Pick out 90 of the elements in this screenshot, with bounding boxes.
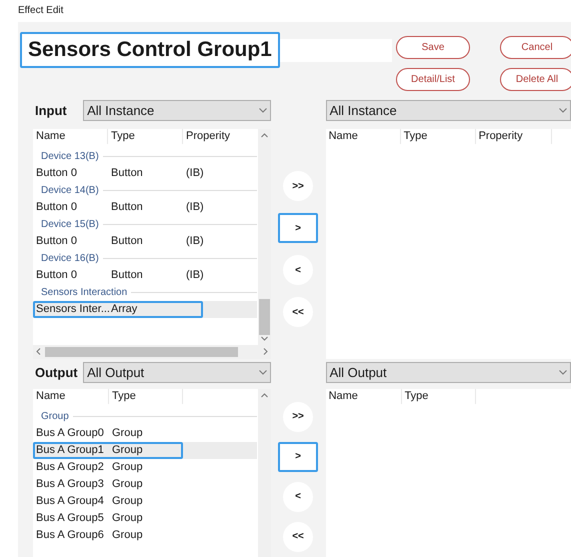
scroll-left-icon[interactable] (36, 348, 41, 356)
selected-row[interactable]: Bus A Group1 Group (33, 442, 183, 459)
chevron-down-icon (559, 108, 567, 114)
filter-dropdown[interactable]: All Instance (83, 100, 271, 122)
list-row[interactable]: Bus A Group6 Group (33, 526, 187, 544)
cell-text: Sensors Inter... (35, 302, 110, 318)
filter-dropdown[interactable]: All Output (83, 362, 271, 383)
cell-text: Button 0 (35, 234, 78, 250)
selected-row[interactable]: Sensors Inter...Array (33, 301, 203, 318)
column-header[interactable]: Type (109, 388, 183, 404)
move-button[interactable]: < (283, 482, 314, 512)
column-header[interactable]: Properity (476, 129, 552, 144)
detail-list-button[interactable]: Detail/List (396, 68, 470, 91)
column-header[interactable]: Type (108, 129, 183, 144)
dropdown-value: All Output (330, 364, 387, 382)
chevron-down-icon (559, 370, 567, 375)
scroll-up-icon[interactable] (260, 133, 268, 138)
section-label: Output (34, 364, 79, 382)
cell-text: (IB) (185, 234, 205, 250)
cell-text: Group (111, 477, 144, 492)
column-header[interactable]: Name (326, 388, 402, 404)
cell-text: Button 0 (35, 166, 78, 182)
cell-text: Button (110, 234, 144, 250)
cell-text: Button (110, 268, 144, 284)
list-row[interactable]: Bus A Group0 Group (33, 424, 187, 442)
cell-text: Bus A Group2 (35, 460, 105, 476)
cell-text: Group (111, 460, 144, 476)
move-button[interactable]: >> (283, 171, 314, 202)
scroll-right-icon[interactable] (262, 348, 268, 356)
cell-text: Button (110, 166, 144, 182)
section-label: Input (34, 102, 68, 120)
list-row[interactable]: Button 0 Button (IB) (33, 165, 247, 182)
cell-text: Array (110, 302, 138, 318)
scrollbar-thumb[interactable] (258, 298, 270, 335)
column-header[interactable]: Type (400, 129, 476, 144)
cell-text: Group (111, 494, 144, 510)
move-button[interactable]: << (283, 297, 314, 328)
chevron-down-icon (258, 370, 267, 375)
move-button[interactable]: >> (283, 402, 314, 432)
list-row[interactable]: Bus A Group5 Group (33, 510, 187, 527)
chevron-down-icon (258, 108, 267, 114)
dropdown-value: All Instance (330, 102, 397, 120)
column-header[interactable]: Name (33, 129, 108, 144)
delete-all-button[interactable]: Delete All (500, 68, 571, 91)
group-header: Device 16(B) (41, 252, 99, 266)
cell-text: (IB) (185, 268, 205, 284)
group-header: Group (41, 410, 69, 424)
column-header[interactable]: Name (33, 388, 109, 404)
scrollbar-thumb[interactable] (45, 346, 238, 357)
cell-text: Group (111, 426, 144, 442)
cell-text: Group (111, 528, 144, 544)
cell-text: Bus A Group6 (35, 528, 105, 544)
cell-text: (IB) (185, 166, 205, 182)
group-header: Device 14(B) (41, 184, 99, 198)
cell-text: (IB) (185, 200, 205, 216)
move-button[interactable]: < (283, 255, 314, 286)
cell-text: Bus A Group3 (35, 477, 105, 492)
list-row[interactable]: Bus A Group2 Group (33, 458, 187, 476)
scroll-up-icon[interactable] (260, 392, 268, 398)
move-button[interactable]: << (283, 522, 314, 552)
cell-text: Button (110, 200, 144, 216)
filter-dropdown[interactable]: All Instance (326, 100, 571, 122)
dropdown-value: All Instance (87, 102, 154, 120)
cell-text: Bus A Group4 (35, 494, 105, 510)
name-field[interactable]: Sensors Control Group1 (20, 32, 280, 68)
cell-text: Group (111, 443, 144, 458)
scroll-down-icon[interactable] (260, 336, 268, 341)
dropdown-value: All Output (87, 364, 144, 382)
list-row[interactable]: Button 0 Button (IB) (33, 199, 247, 216)
cell-text: Bus A Group5 (35, 511, 105, 526)
list-row[interactable]: Bus A Group4 Group (33, 492, 187, 510)
window-title: Effect Edit (17, 4, 64, 18)
cell-text: Button 0 (35, 268, 78, 284)
group-header: Device 15(B) (41, 218, 99, 232)
move-button[interactable]: > (278, 442, 318, 472)
column-header[interactable]: Name (326, 129, 401, 144)
list-row[interactable]: Button 0 Button (IB) (33, 233, 247, 250)
cell-text: Bus A Group0 (35, 426, 105, 442)
cell-text: Button 0 (35, 200, 78, 216)
column-header[interactable]: Type (402, 388, 476, 404)
group-header: Device 13(B) (41, 150, 99, 164)
group-header: Sensors Interaction (41, 286, 128, 300)
save-button[interactable]: Save (396, 36, 470, 59)
list-row[interactable]: Button 0 Button (IB) (33, 267, 247, 284)
list-row[interactable]: Bus A Group3 Group (33, 476, 187, 493)
cell-text: Group (111, 511, 144, 526)
cell-text: Bus A Group1 (35, 443, 105, 458)
cancel-button[interactable]: Cancel (500, 36, 571, 59)
move-button[interactable]: > (278, 213, 318, 244)
filter-dropdown[interactable]: All Output (326, 362, 571, 383)
